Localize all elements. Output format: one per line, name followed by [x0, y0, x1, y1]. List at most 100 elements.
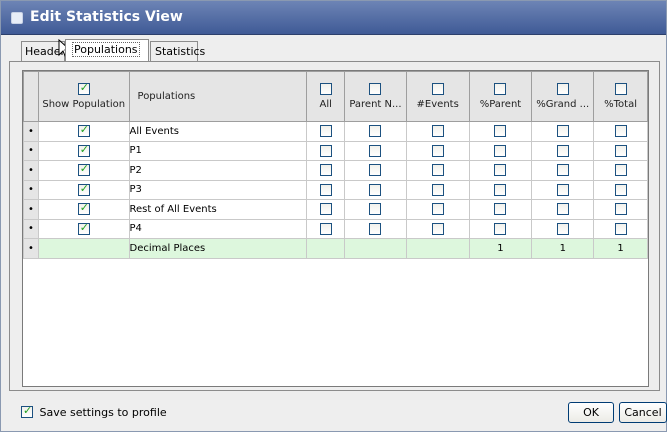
save-settings-label: Save settings to profile: [39, 405, 167, 419]
tab-populations-label: Populations: [72, 42, 140, 57]
stat-checkbox[interactable]: [369, 222, 382, 235]
populations-grid: Show Population Populations All Parent N…: [22, 70, 649, 387]
stat-parent-n-checkbox[interactable]: [369, 82, 382, 95]
stat-checkbox[interactable]: [494, 203, 507, 216]
stat-checkbox[interactable]: [319, 144, 332, 157]
stat-cell: [306, 199, 346, 220]
show-population-checkbox[interactable]: [77, 143, 90, 157]
stat-header-label: Parent N...: [349, 98, 402, 110]
stat-header-all: All: [306, 71, 346, 122]
stat-checkbox[interactable]: [431, 183, 444, 196]
stat-checkbox[interactable]: [494, 144, 507, 157]
stat-checkbox[interactable]: [614, 125, 627, 138]
stat-checkbox[interactable]: [614, 183, 627, 196]
tab-populations[interactable]: Populations: [65, 39, 149, 61]
stat-checkbox[interactable]: [614, 222, 627, 235]
stat-pct-grand-checkbox[interactable]: [556, 82, 569, 95]
stat-events-checkbox[interactable]: [431, 82, 444, 95]
save-settings-option[interactable]: Save settings to profile: [21, 404, 167, 419]
decimal-show-cell: [37, 238, 130, 259]
decimal-value-cell[interactable]: [306, 238, 346, 259]
stat-checkbox[interactable]: [319, 164, 332, 177]
show-population-cell: [37, 218, 130, 239]
table-row: • All Events: [23, 121, 648, 142]
population-name: P2: [128, 160, 308, 181]
show-population-checkbox[interactable]: [77, 123, 90, 138]
stat-cell: [531, 121, 595, 142]
show-population-all-checkbox[interactable]: [77, 81, 90, 95]
show-population-cell: [37, 121, 130, 142]
stat-checkbox[interactable]: [556, 203, 569, 216]
stat-cell: [405, 199, 470, 220]
stat-checkbox[interactable]: [431, 203, 444, 216]
show-population-checkbox[interactable]: [77, 201, 90, 216]
stat-cell: [593, 160, 648, 181]
decimal-value-cell[interactable]: [405, 238, 470, 259]
header-row: Show Population Populations All Parent N…: [23, 71, 648, 122]
title-bar[interactable]: Edit Statistics View: [1, 1, 666, 35]
decimal-value-cell[interactable]: 1: [468, 238, 533, 259]
stat-checkbox[interactable]: [494, 183, 507, 196]
stat-checkbox[interactable]: [556, 164, 569, 177]
edit-statistics-view-dialog: Edit Statistics View Header Populations …: [0, 0, 667, 432]
show-population-checkbox[interactable]: [77, 182, 90, 196]
stat-checkbox[interactable]: [494, 125, 507, 138]
stat-cell: [468, 140, 533, 161]
stat-header-pct-parent: %Parent: [468, 71, 533, 122]
stat-pct-parent-checkbox[interactable]: [494, 82, 507, 95]
stat-checkbox[interactable]: [556, 125, 569, 138]
stat-cell: [306, 121, 346, 142]
stat-header-label: %Parent: [479, 98, 522, 110]
stat-checkbox[interactable]: [319, 183, 332, 196]
stat-checkbox[interactable]: [556, 144, 569, 157]
stat-cell: [593, 140, 648, 161]
decimal-value-cell[interactable]: 1: [531, 238, 595, 259]
stat-all-checkbox[interactable]: [319, 82, 332, 95]
table-row: • P4: [23, 218, 648, 239]
stat-cell: [405, 121, 470, 142]
stat-checkbox[interactable]: [369, 125, 382, 138]
show-population-checkbox[interactable]: [77, 221, 90, 235]
stat-checkbox[interactable]: [494, 164, 507, 177]
stat-checkbox[interactable]: [369, 183, 382, 196]
stat-checkbox[interactable]: [614, 203, 627, 216]
stat-header-label: %Total: [604, 98, 637, 110]
stat-cell: [405, 218, 470, 239]
stat-cell: [344, 140, 407, 161]
stat-cell: [593, 121, 648, 142]
stat-checkbox[interactable]: [614, 164, 627, 177]
stat-checkbox[interactable]: [431, 222, 444, 235]
tab-statistics[interactable]: Statistics: [150, 41, 205, 61]
stat-cell: [306, 179, 346, 200]
save-settings-checkbox[interactable]: [21, 404, 33, 418]
stat-checkbox[interactable]: [369, 144, 382, 157]
stat-checkbox[interactable]: [431, 144, 444, 157]
stat-cell: [306, 140, 346, 161]
stat-header-label: %Grand ...: [536, 98, 590, 110]
stat-checkbox[interactable]: [319, 125, 332, 138]
decimal-value-cell[interactable]: 1: [593, 238, 648, 259]
stat-checkbox[interactable]: [369, 164, 382, 177]
app-icon: [11, 12, 23, 24]
population-name: P4: [128, 218, 308, 239]
ok-button[interactable]: OK: [568, 402, 614, 423]
decimal-value-cell[interactable]: [344, 238, 407, 259]
stat-checkbox[interactable]: [494, 222, 507, 235]
stat-header-events: #Events: [405, 71, 470, 122]
stat-header-label: #Events: [416, 98, 459, 110]
show-population-checkbox[interactable]: [77, 162, 90, 177]
stat-checkbox[interactable]: [614, 144, 627, 157]
stat-checkbox[interactable]: [556, 183, 569, 196]
stat-checkbox[interactable]: [431, 164, 444, 177]
stat-checkbox[interactable]: [369, 203, 382, 216]
stat-checkbox[interactable]: [319, 222, 332, 235]
tab-statistics-label: Statistics: [155, 45, 206, 58]
stat-checkbox[interactable]: [319, 203, 332, 216]
stat-checkbox[interactable]: [556, 222, 569, 235]
stat-cell: [306, 160, 346, 181]
cancel-button[interactable]: Cancel: [619, 402, 667, 423]
stat-pct-total-checkbox[interactable]: [614, 82, 627, 95]
show-population-cell: [37, 199, 130, 220]
stat-cell: [344, 218, 407, 239]
stat-checkbox[interactable]: [431, 125, 444, 138]
